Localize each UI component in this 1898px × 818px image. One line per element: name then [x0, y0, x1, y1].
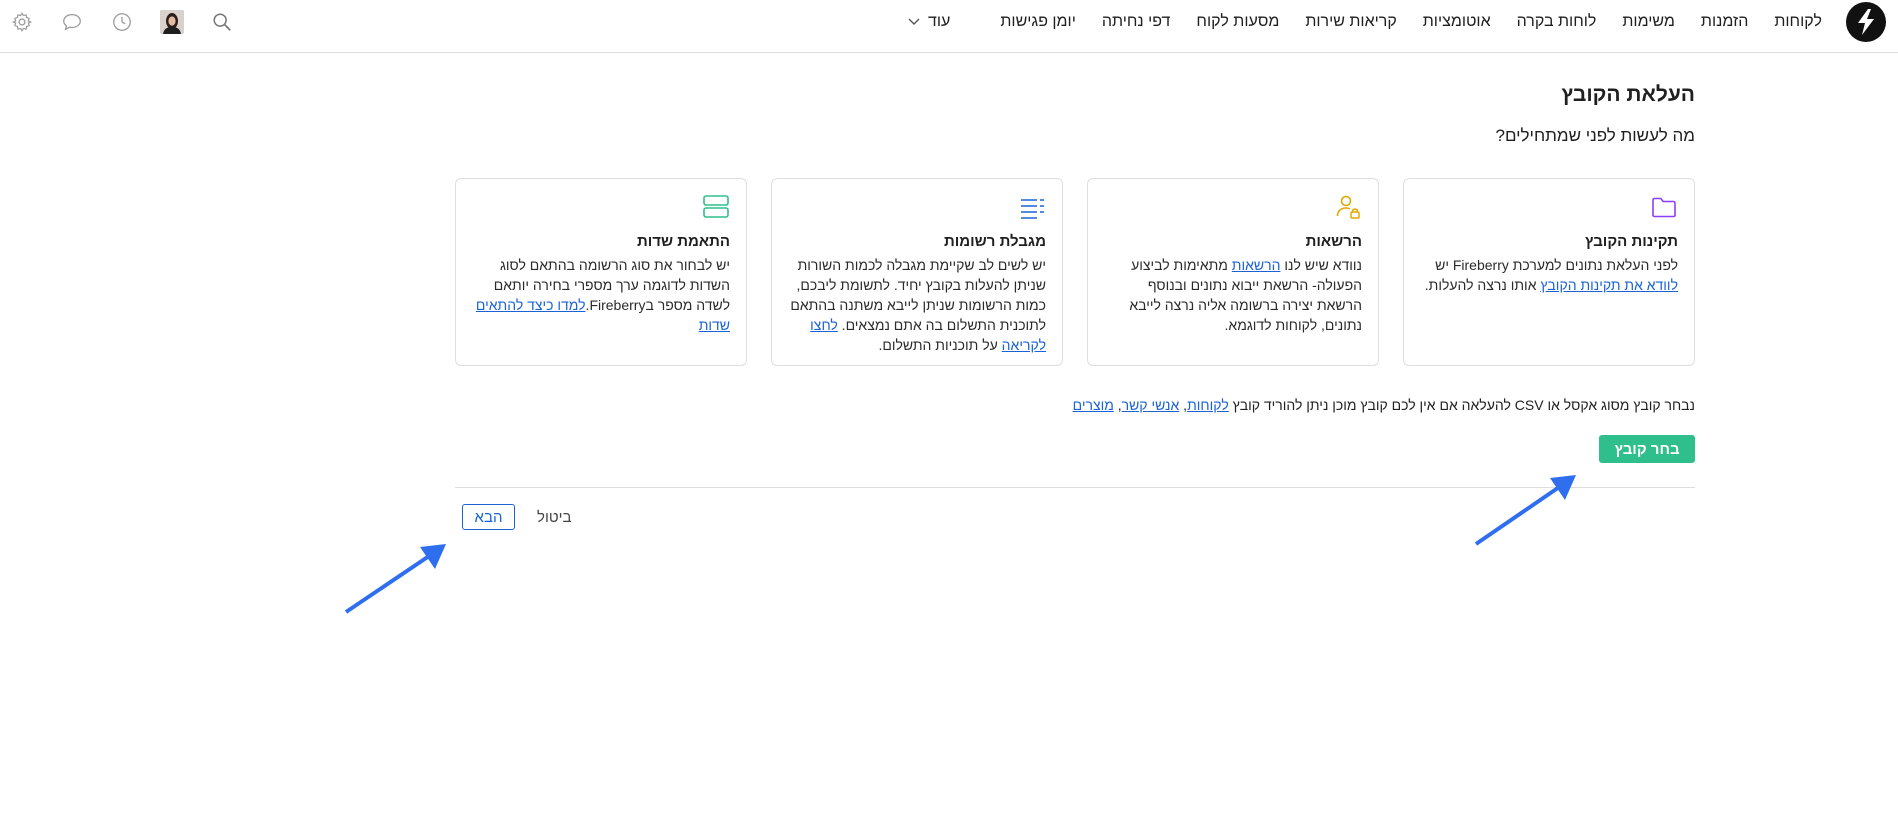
- next-button[interactable]: הבא: [462, 504, 515, 530]
- cancel-button[interactable]: ביטול: [537, 504, 572, 530]
- upload-instructions: נבחר קובץ מסוג אקסל או CSV להעלאה אם אין…: [1072, 397, 1695, 413]
- fireberry-logo-icon[interactable]: [1846, 2, 1886, 42]
- nav-item-service-calls[interactable]: קריאות שירות: [1305, 13, 1396, 31]
- nav-item-calendar[interactable]: יומן פגישות: [1000, 13, 1075, 31]
- nav-item-landing-pages[interactable]: דפי נחיתה: [1102, 13, 1171, 31]
- card-title: מגבלת רשומות: [943, 233, 1046, 250]
- card-permissions: הרשאות נוודא שיש לנו הרשאות מתאימות לביצ…: [1087, 178, 1379, 366]
- avatar-image: [160, 10, 184, 34]
- card-body: יש לשים לב שקיימת מגבלה לכמות השורות שני…: [786, 255, 1046, 355]
- card-file-validity: תקינות הקובץ לפני העלאת נתונים למערכת Fi…: [1403, 178, 1695, 366]
- chat-icon[interactable]: [60, 10, 84, 34]
- card-record-limit: מגבלת רשומות יש לשים לב שקיימת מגבלה לכמ…: [771, 178, 1063, 366]
- main-nav: לקוחות הזמנות משימות לוחות בקרה אוטומציו…: [908, 0, 1822, 44]
- arrow-to-next-button: [344, 544, 446, 614]
- prerequisite-cards: תקינות הקובץ לפני העלאת נתונים למערכת Fi…: [455, 178, 1695, 366]
- nav-item-automations[interactable]: אוטומציות: [1423, 13, 1491, 31]
- divider: [455, 487, 1695, 488]
- template-link-customers[interactable]: לקוחות: [1187, 397, 1229, 413]
- nav-item-tasks[interactable]: משימות: [1622, 13, 1675, 31]
- card-title: התאמת שדות: [636, 233, 730, 250]
- nav-item-customer-journeys[interactable]: מסעות לקוח: [1196, 13, 1279, 31]
- nav-item-dashboards[interactable]: לוחות בקרה: [1517, 13, 1597, 31]
- template-link-products[interactable]: מוצרים: [1073, 397, 1114, 413]
- nav-item-orders[interactable]: הזמנות: [1701, 13, 1748, 31]
- template-link-contacts[interactable]: אנשי קשר: [1122, 397, 1180, 413]
- card-field-mapping: התאמת שדות יש לבחור את סוג הרשומה בהתאם …: [455, 178, 747, 366]
- card-text: נוודא שיש לנו: [1280, 257, 1362, 273]
- chevron-down-icon: [908, 18, 920, 25]
- top-navigation-bar: לקוחות הזמנות משימות לוחות בקרה אוטומציו…: [0, 0, 1898, 53]
- folder-icon: [1650, 193, 1678, 221]
- list-icon: [1018, 193, 1046, 221]
- settings-gear-icon[interactable]: [10, 10, 34, 34]
- card-text: לפני העלאת נתונים למערכת Fireberry יש: [1435, 257, 1678, 273]
- card-body: יש לבחור את סוג הרשומה בהתאם לסוג השדות …: [470, 255, 730, 335]
- search-icon[interactable]: [210, 10, 234, 34]
- server-icon: [702, 193, 730, 221]
- upload-file-page: העלאת הקובץ מה לעשות לפני שמתחילים? תקינ…: [455, 53, 1695, 818]
- choose-file-button[interactable]: בחר קובץ: [1599, 435, 1695, 463]
- card-text: על תוכניות התשלום.: [878, 337, 1002, 353]
- upload-instructions-text: נבחר קובץ מסוג אקסל או CSV להעלאה אם אין…: [1228, 397, 1695, 413]
- user-avatar[interactable]: [160, 10, 184, 34]
- card-text: אותו נרצה להעלות.: [1424, 277, 1541, 293]
- page-title: העלאת הקובץ: [1561, 83, 1695, 106]
- file-validity-link[interactable]: לוודא את תקינות הקובץ: [1540, 277, 1678, 293]
- card-title: תקינות הקובץ: [1584, 233, 1678, 250]
- header-icons: [10, 0, 234, 44]
- card-body: נוודא שיש לנו הרשאות מתאימות לביצוע הפעו…: [1102, 255, 1362, 335]
- card-body: לפני העלאת נתונים למערכת Fireberry יש לו…: [1418, 255, 1678, 295]
- nav-item-customers[interactable]: לקוחות: [1774, 13, 1822, 31]
- card-title: הרשאות: [1305, 233, 1362, 250]
- nav-more-label: עוד: [928, 13, 951, 30]
- nav-item-more[interactable]: עוד: [908, 13, 950, 31]
- user-lock-icon: [1334, 193, 1362, 221]
- page-subtitle: מה לעשות לפני שמתחילים?: [1495, 126, 1695, 145]
- permissions-link[interactable]: הרשאות: [1232, 257, 1281, 273]
- clock-icon[interactable]: [110, 10, 134, 34]
